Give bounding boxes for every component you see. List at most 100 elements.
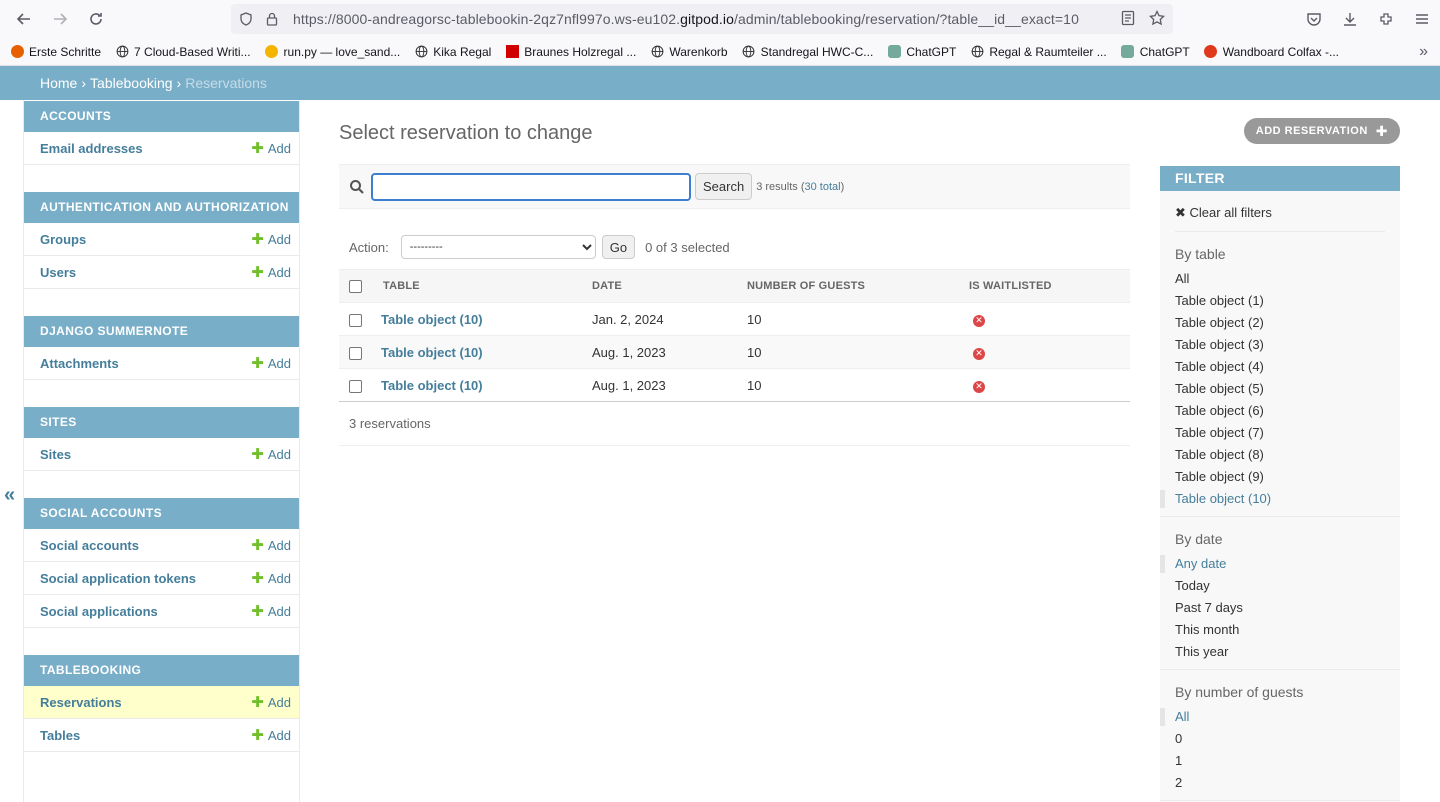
- bookmark-item[interactable]: Warenkorb: [650, 45, 728, 59]
- menu-icon[interactable]: [1404, 1, 1440, 37]
- select-all-checkbox[interactable]: [349, 279, 362, 293]
- module-caption[interactable]: Accounts: [24, 101, 299, 132]
- module-caption[interactable]: Sites: [24, 407, 299, 438]
- bookmark-item[interactable]: Standregal HWC-C...: [742, 45, 873, 59]
- globe-icon: [414, 45, 428, 59]
- pocket-icon[interactable]: [1296, 1, 1332, 37]
- add-link[interactable]: ✚ Add: [251, 230, 291, 248]
- bookmark-item[interactable]: Braunes Holzregal ...: [505, 45, 636, 59]
- go-button[interactable]: Go: [601, 235, 636, 259]
- filter-option[interactable]: All: [1160, 268, 1400, 290]
- column-header-guests[interactable]: Number of guests: [747, 269, 969, 303]
- module-caption[interactable]: Django Summernote: [24, 316, 299, 347]
- search-button[interactable]: Search: [695, 173, 753, 200]
- more-bookmarks-icon[interactable]: »: [1419, 43, 1428, 61]
- filter-option[interactable]: Table object (5): [1160, 378, 1400, 400]
- filter-option[interactable]: Table object (2): [1160, 312, 1400, 334]
- bookmark-item[interactable]: Wandboard Colfax -...: [1204, 45, 1339, 59]
- sidebar-item-link[interactable]: Attachments: [40, 356, 119, 371]
- results-table: Table Date Number of guests Is waitliste…: [339, 269, 1130, 402]
- collapse-sidebar-button[interactable]: «: [4, 484, 15, 507]
- reader-view-icon[interactable]: [1121, 10, 1135, 29]
- results-prefix: 3 results (: [756, 180, 805, 193]
- filter-option[interactable]: Table object (3): [1160, 334, 1400, 356]
- forward-icon[interactable]: [42, 1, 78, 37]
- sidebar-item-link[interactable]: Groups: [40, 232, 86, 247]
- filter-option[interactable]: Past 7 days: [1160, 597, 1400, 619]
- filter-option[interactable]: This month: [1160, 619, 1400, 641]
- module-caption[interactable]: Tablebooking: [24, 655, 299, 686]
- sidebar-item-link[interactable]: Social accounts: [40, 538, 139, 553]
- url-bar[interactable]: https://8000-andreagorsc-tablebookin-2qz…: [231, 4, 1173, 34]
- breadcrumb-home[interactable]: Home: [40, 75, 77, 91]
- filter-option[interactable]: Today: [1160, 575, 1400, 597]
- reload-icon[interactable]: [78, 1, 114, 37]
- filter-option[interactable]: Any date: [1160, 553, 1400, 575]
- row-checkbox[interactable]: [349, 346, 362, 360]
- bookmark-item[interactable]: ChatGPT: [887, 45, 956, 59]
- filter-option[interactable]: This year: [1160, 641, 1400, 663]
- sidebar-item-link[interactable]: Social applications: [40, 604, 158, 619]
- add-link[interactable]: ✚ Add: [251, 726, 291, 744]
- add-link[interactable]: ✚ Add: [251, 602, 291, 620]
- reservation-link[interactable]: Table object (10): [381, 345, 483, 360]
- sidebar-item: Social application tokens ✚ Add: [24, 562, 299, 595]
- bookmark-item[interactable]: run.py — love_sand...: [265, 45, 400, 59]
- clear-filters-link[interactable]: ✖ Clear all filters: [1175, 191, 1385, 232]
- bookmark-item[interactable]: ChatGPT: [1121, 45, 1190, 59]
- bookmark-label: ChatGPT: [1139, 44, 1190, 59]
- download-icon[interactable]: [1332, 1, 1368, 37]
- filter-option[interactable]: Table object (10): [1160, 488, 1400, 510]
- filter-option[interactable]: 2: [1160, 772, 1400, 794]
- total-results-link[interactable]: 30 total: [805, 181, 841, 193]
- filter-option[interactable]: Table object (7): [1160, 422, 1400, 444]
- column-header-waitlisted[interactable]: Is waitlisted: [969, 269, 1130, 303]
- filter-option[interactable]: 1: [1160, 750, 1400, 772]
- back-icon[interactable]: [6, 1, 42, 37]
- module-caption[interactable]: Authentication and Authorization: [24, 192, 299, 223]
- add-link[interactable]: ✚ Add: [251, 354, 291, 372]
- module-caption[interactable]: Social Accounts: [24, 498, 299, 529]
- star-icon[interactable]: [1148, 9, 1166, 29]
- column-header-date[interactable]: Date: [592, 269, 747, 303]
- filter-option[interactable]: Table object (6): [1160, 400, 1400, 422]
- sidebar-item-link[interactable]: Tables: [40, 728, 80, 743]
- breadcrumb-tablebooking[interactable]: Tablebooking: [90, 75, 173, 91]
- add-reservation-button[interactable]: ADD RESERVATION ✚: [1243, 118, 1400, 144]
- reservation-link[interactable]: Table object (10): [381, 312, 483, 327]
- sidebar-item-link[interactable]: Sites: [40, 447, 71, 462]
- bookmark-item[interactable]: Regal & Raumteiler ...: [970, 45, 1107, 59]
- shield-icon[interactable]: [239, 12, 253, 26]
- bookmark-item[interactable]: Kika Regal: [414, 45, 491, 59]
- row-checkbox[interactable]: [349, 379, 362, 393]
- add-link[interactable]: ✚ Add: [251, 263, 291, 281]
- filter-option[interactable]: Table object (8): [1160, 444, 1400, 466]
- add-link[interactable]: ✚ Add: [251, 139, 291, 157]
- bookmarks-bar: Erste Schritte 7 Cloud-Based Writi... run.…: [0, 38, 1440, 66]
- sidebar-item-link[interactable]: Reservations: [40, 695, 122, 710]
- action-select[interactable]: ---------: [400, 235, 596, 259]
- add-link[interactable]: ✚ Add: [251, 445, 291, 463]
- row-checkbox[interactable]: [349, 313, 362, 327]
- add-link[interactable]: ✚ Add: [251, 569, 291, 587]
- column-header-table[interactable]: Table: [381, 269, 592, 303]
- sidebar-item-link[interactable]: Users: [40, 265, 76, 280]
- filter-option[interactable]: Table object (9): [1160, 466, 1400, 488]
- filter-option[interactable]: Table object (4): [1160, 356, 1400, 378]
- bookmark-item[interactable]: 7 Cloud-Based Writi...: [115, 45, 251, 59]
- reservation-link[interactable]: Table object (10): [381, 378, 483, 393]
- extensions-icon[interactable]: [1368, 1, 1404, 37]
- cell-waitlisted: ✕: [969, 302, 1130, 336]
- filter-option[interactable]: 0: [1160, 728, 1400, 750]
- select-all-header: [339, 269, 381, 303]
- filter-section: By number of guests All 0 1 2: [1160, 670, 1400, 801]
- filter-option[interactable]: All: [1160, 706, 1400, 728]
- sidebar-item-link[interactable]: Email addresses: [40, 141, 143, 156]
- add-link[interactable]: ✚ Add: [251, 693, 291, 711]
- add-link[interactable]: ✚ Add: [251, 536, 291, 554]
- bookmark-item[interactable]: Erste Schritte: [10, 45, 101, 59]
- filter-option[interactable]: Table object (1): [1160, 290, 1400, 312]
- lock-icon[interactable]: [265, 12, 279, 26]
- search-input[interactable]: [371, 172, 691, 201]
- sidebar-item-link[interactable]: Social application tokens: [40, 571, 196, 586]
